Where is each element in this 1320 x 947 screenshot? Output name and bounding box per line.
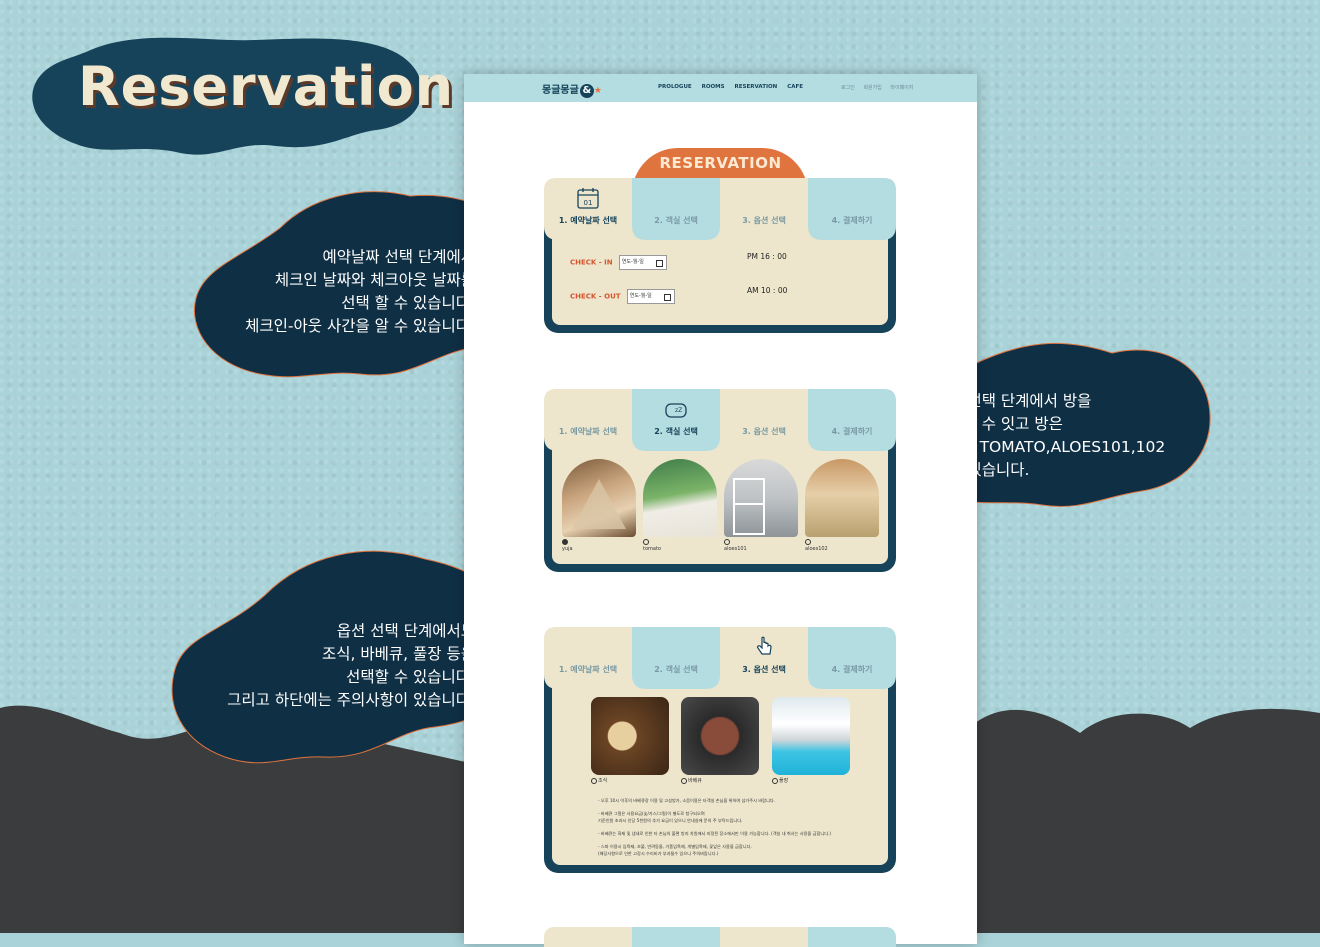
- tab-payment[interactable]: 4. 결제하기: [808, 627, 896, 685]
- room-radio-aloes102[interactable]: aloes102: [805, 539, 828, 552]
- main-nav: PROLOGUE ROOMS RESERVATION CAFE: [658, 84, 811, 90]
- option-image-pool[interactable]: [772, 697, 850, 775]
- next-panel-tabs-peek: [544, 927, 896, 947]
- tab-select-date[interactable]: 01 1. 예약날짜 선택: [544, 178, 632, 236]
- nav-rooms[interactable]: ROOMS: [702, 84, 725, 90]
- room-image-aloes102[interactable]: [805, 459, 879, 537]
- calendar-picker-icon: [655, 260, 663, 267]
- step2-panel: 1. 예약날짜 선택 zZ 2. 객실 선택 3. 옵션 선택 4. 결제하기 …: [544, 389, 896, 572]
- util-nav: 로그인 회원가입 마이페이지: [841, 84, 920, 91]
- reservation-header-label: RESERVATION: [659, 154, 782, 172]
- tab-select-room[interactable]: zZ 2. 객실 선택: [632, 389, 720, 447]
- tab-select-date[interactable]: 1. 예약날짜 선택: [544, 389, 632, 447]
- room-image-tomato[interactable]: [643, 459, 717, 537]
- step-tabs: 01 1. 예약날짜 선택 2. 객실 선택 3. 옵션 선택 4. 결제하기: [544, 178, 896, 240]
- tab-payment[interactable]: 4. 결제하기: [808, 178, 896, 236]
- tab-select-option[interactable]: 3. 옵션 선택: [720, 389, 808, 447]
- login-link[interactable]: 로그인: [841, 85, 855, 91]
- room-radio-tomato[interactable]: tomato: [643, 539, 661, 552]
- checkout-date-input[interactable]: 연도-월-일: [626, 289, 675, 304]
- checkin-time: PM 16 : 00: [747, 252, 787, 261]
- checkin-date-input[interactable]: 연도-월-일: [618, 255, 667, 270]
- svg-text:01: 01: [584, 199, 593, 207]
- tab-select-room[interactable]: 2. 객실 선택: [632, 627, 720, 685]
- notice-text: - 오후 10시 이후의 바베큐장 이용 및 고성방가, 소음이용은 타객실 손…: [598, 798, 832, 856]
- room-radio-yuja[interactable]: yuja: [562, 539, 573, 552]
- room-radio-aloes101[interactable]: aloes101: [724, 539, 747, 552]
- nav-prologue[interactable]: PROLOGUE: [658, 84, 692, 90]
- step1-panel: 01 1. 예약날짜 선택 2. 객실 선택 3. 옵션 선택 4. 결제하기 …: [544, 178, 896, 333]
- room-image-yuja[interactable]: [562, 459, 636, 537]
- tab-select-room[interactable]: 2. 객실 선택: [632, 178, 720, 236]
- site-header: 몽글몽글 & ★ PROLOGUE ROOMS RESERVATION CAFE 로…: [464, 74, 977, 102]
- annotation-step1: 예약날짜 선택 단계에서 체크인 날짜와 체크아웃 날짜를 선택 할 수 있습니…: [245, 248, 475, 335]
- svg-text:zZ: zZ: [675, 407, 682, 414]
- website-mockup: 몽글몽글 & ★ PROLOGUE ROOMS RESERVATION CAFE 로…: [464, 74, 977, 947]
- mypage-link[interactable]: 마이페이지: [890, 85, 913, 91]
- checkin-label: CHECK - IN: [570, 258, 613, 267]
- checkout-row: CHECK - OUT 연도-월-일: [570, 289, 675, 304]
- calendar-picker-icon: [663, 294, 671, 301]
- checkout-time: AM 10 : 00: [747, 286, 788, 295]
- option-check-bbq[interactable]: 바베큐: [681, 777, 702, 784]
- tab-payment[interactable]: 4. 결제하기: [808, 389, 896, 447]
- checkin-row: CHECK - IN 연도-월-일: [570, 255, 667, 270]
- site-logo[interactable]: 몽글몽글 & ★: [542, 81, 602, 98]
- tab-select-option[interactable]: 3. 옵션 선택: [720, 627, 808, 685]
- nav-cafe[interactable]: CAFE: [787, 84, 803, 90]
- option-check-breakfast[interactable]: 조식: [591, 777, 607, 784]
- calendar-icon: 01: [577, 188, 599, 209]
- option-image-bbq[interactable]: [681, 697, 759, 775]
- hero-title: Reservation: [78, 55, 455, 118]
- room-image-aloes101[interactable]: [724, 459, 798, 537]
- nav-reservation[interactable]: RESERVATION: [735, 84, 778, 90]
- tab-select-date[interactable]: 1. 예약날짜 선택: [544, 627, 632, 685]
- option-check-pool[interactable]: 풀장: [772, 777, 788, 784]
- checkout-label: CHECK - OUT: [570, 292, 621, 301]
- hand-pointer-icon: [757, 636, 772, 655]
- sleep-pillow-icon: zZ: [665, 403, 687, 418]
- option-image-breakfast[interactable]: [591, 697, 669, 775]
- annotation-step3: 옵션 선택 단계에서느 조식, 바베큐, 풀장 등을 선택할 수 있습니다. 그…: [227, 622, 475, 709]
- signup-link[interactable]: 회원가입: [863, 85, 881, 91]
- tab-select-option[interactable]: 3. 옵션 선택: [720, 178, 808, 236]
